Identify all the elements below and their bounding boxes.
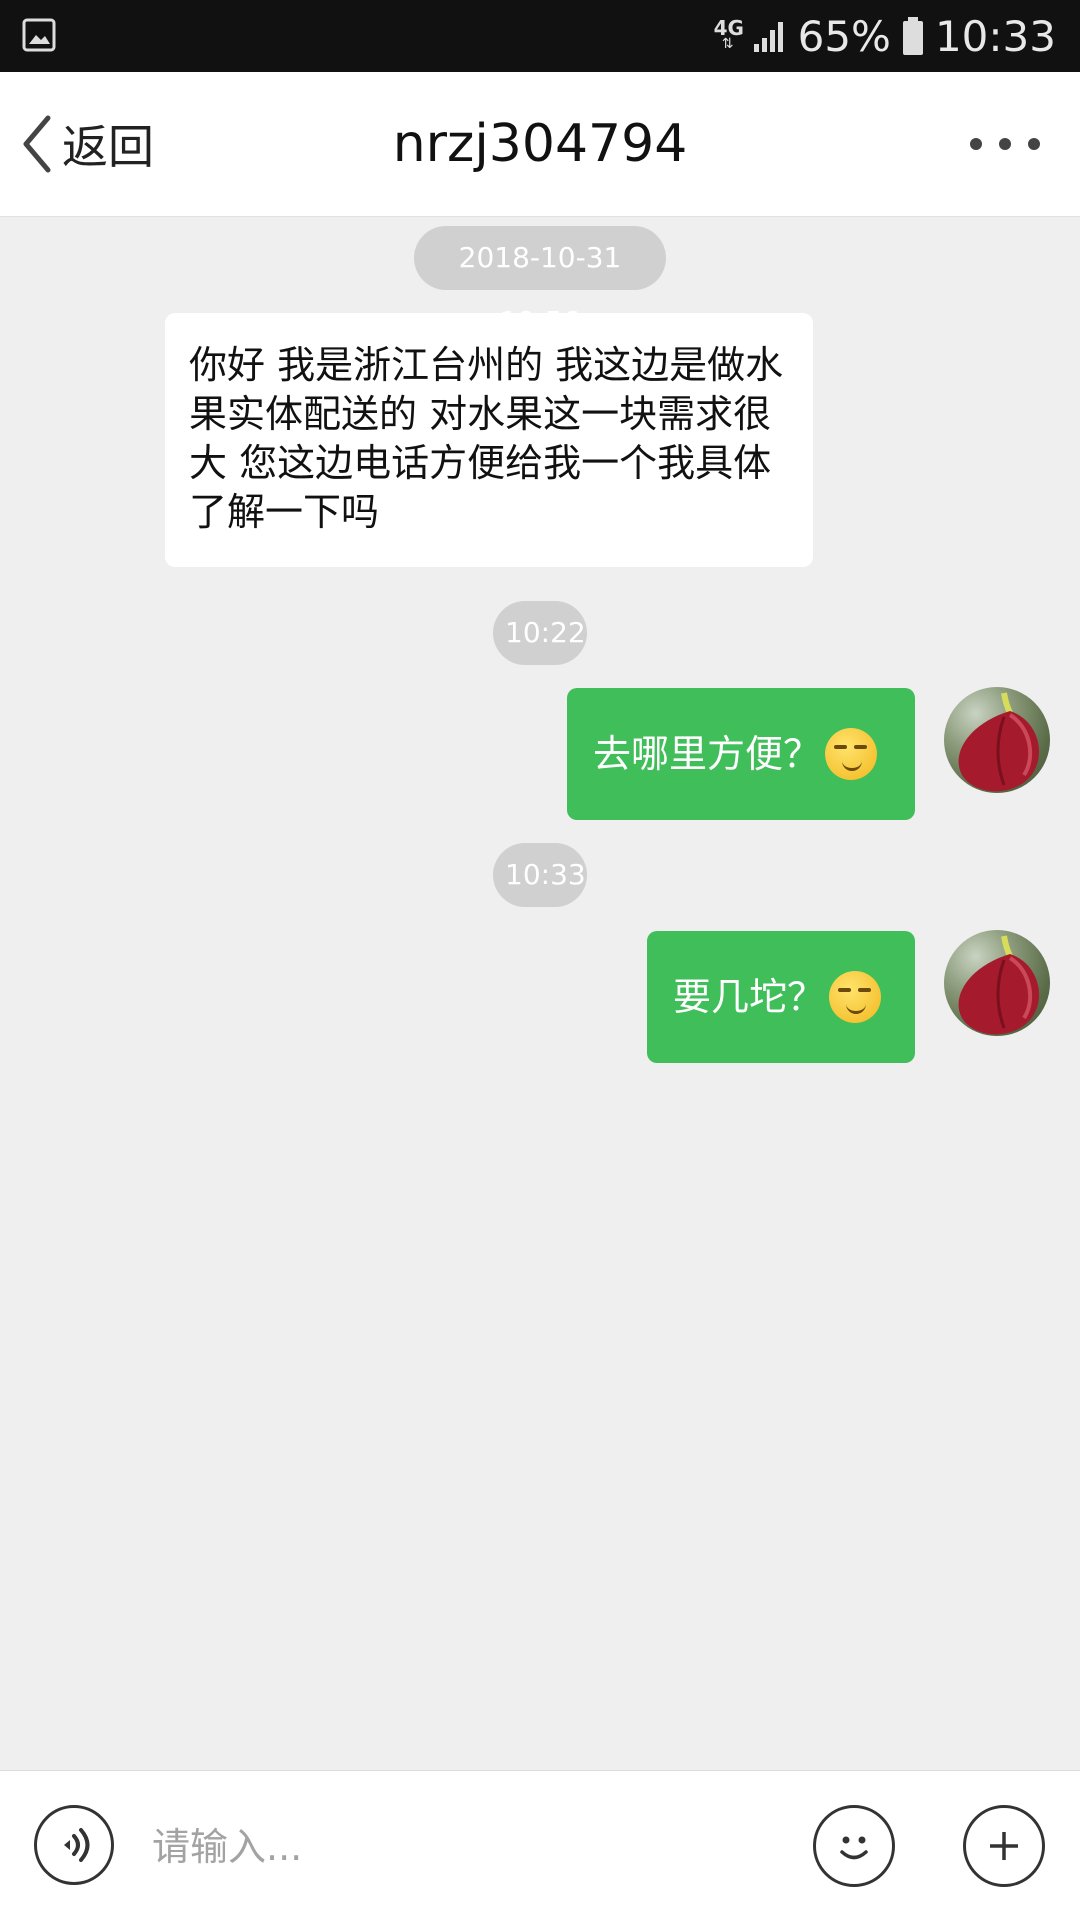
message-input[interactable] (150, 1811, 774, 1883)
voice-button[interactable] (34, 1805, 114, 1885)
chat-title: nrzj304794 (392, 114, 688, 174)
incoming-message[interactable]: 你好 我是浙江台州的 我这边是做水果实体配送的 对水果这一块需求很大 您这边电话… (165, 313, 813, 567)
smirk-emoji-icon (825, 728, 878, 780)
message-text: 你好 我是浙江台州的 我这边是做水果实体配送的 对水果这一块需求很大 您这边电话… (189, 343, 784, 534)
back-button[interactable]: 返回 (20, 112, 154, 176)
more-icon-dot (970, 138, 982, 150)
network-indicator: 4G ⇅ (713, 16, 744, 52)
voice-icon (64, 1828, 90, 1862)
smirk-emoji-icon (829, 971, 882, 1023)
more-button[interactable] (970, 124, 1040, 164)
fig-avatar-image (958, 692, 1040, 792)
signal-icon (753, 22, 783, 52)
back-label: 返回 (62, 120, 154, 174)
message-text: 去哪里方便？ (593, 731, 822, 776)
status-time: 10:33 (934, 11, 1056, 61)
battery-icon (902, 17, 923, 55)
gallery-icon (22, 18, 56, 52)
avatar[interactable] (944, 687, 1050, 793)
timestamp: 10:33 (493, 843, 587, 907)
timestamp: 2018-10-31 19:56 (414, 226, 666, 338)
fig-avatar-image (958, 935, 1040, 1035)
status-bar: 4G ⇅ 65% 10:33 (0, 0, 1080, 72)
chevron-left-icon (23, 115, 51, 173)
plus-button[interactable] (963, 1805, 1045, 1887)
emoji-button[interactable] (813, 1805, 895, 1887)
more-icon-dot (999, 138, 1011, 150)
timestamp: 10:22 (493, 601, 587, 665)
avatar[interactable] (944, 930, 1050, 1036)
more-icon-dot (1028, 138, 1040, 150)
chat-header: 返回 nrzj304794 (0, 72, 1080, 217)
outgoing-message[interactable]: 去哪里方便？ (567, 688, 915, 820)
input-bar (0, 1770, 1080, 1921)
plus-icon (990, 1832, 1018, 1860)
emoji-icon (840, 1836, 868, 1860)
battery-percent: 65% (797, 11, 891, 61)
outgoing-message[interactable]: 要几坨？ (647, 931, 915, 1063)
message-text: 要几坨？ (673, 974, 826, 1019)
